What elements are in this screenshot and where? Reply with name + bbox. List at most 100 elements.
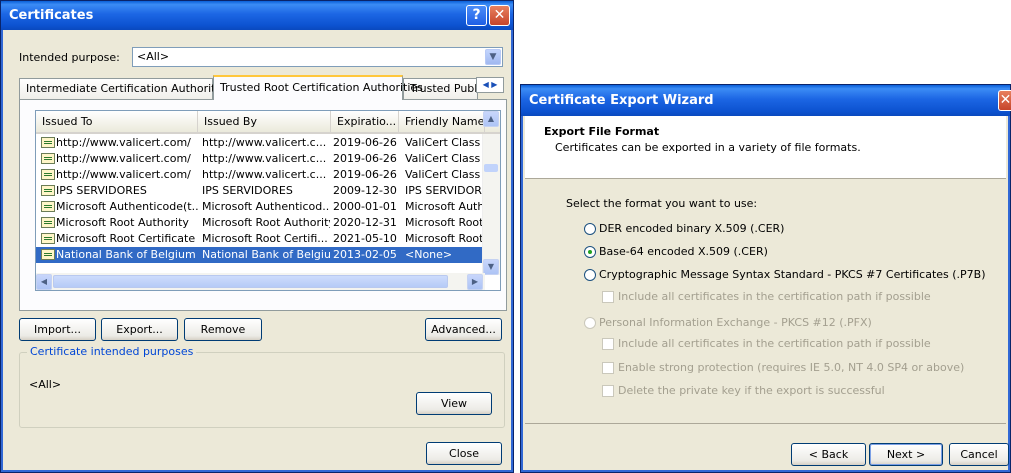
- checkbox-delete-private-key[interactable]: [602, 385, 614, 397]
- table-row[interactable]: Microsoft Root Authority Microsoft Root A…: [36, 215, 484, 231]
- horizontal-scrollbar[interactable]: ◀ ▶: [36, 273, 485, 290]
- close-button[interactable]: Close: [426, 442, 502, 465]
- cell-expiration: 2000-01-01: [333, 200, 397, 213]
- cell-issued-to: IPS SERVIDORES: [56, 184, 147, 197]
- cell-issued-to: Microsoft Root Certificate ...: [56, 232, 198, 245]
- pkcs7-include-path-label: Include all certificates in the certific…: [618, 290, 931, 303]
- intended-purposes-value: <All>: [29, 378, 62, 391]
- cancel-button[interactable]: Cancel: [949, 443, 1009, 466]
- radio-der[interactable]: [584, 223, 596, 235]
- column-issued-by[interactable]: Issued By: [198, 111, 331, 132]
- header-title: Export File Format: [544, 125, 660, 138]
- cell-expiration: 2019-06-26: [333, 168, 397, 181]
- radio-pkcs7[interactable]: [584, 269, 596, 281]
- cell-friendly: ValiCert Class :: [405, 152, 485, 165]
- cell-friendly: <None>: [405, 248, 453, 261]
- strong-protection-label: Enable strong protection (requires IE 5.…: [618, 361, 965, 374]
- cell-issued-by: http://www.valicert.c...: [202, 152, 327, 165]
- cell-friendly: ValiCert Class: [405, 136, 481, 149]
- scroll-right-icon[interactable]: ▶: [467, 274, 483, 290]
- import-button[interactable]: Import...: [19, 318, 96, 341]
- scroll-up-icon[interactable]: ▲: [483, 111, 499, 127]
- radio-pfx[interactable]: [584, 317, 596, 329]
- certificate-icon: [41, 137, 55, 148]
- scroll-left-icon[interactable]: ◀: [36, 274, 52, 290]
- wizard-title: Certificate Export Wizard: [529, 93, 714, 108]
- option-der-label[interactable]: DER encoded binary X.509 (.CER): [599, 222, 784, 235]
- cell-expiration: 2021-05-10: [333, 232, 397, 245]
- cell-expiration: 2019-06-26: [333, 136, 397, 149]
- cell-expiration: 2020-12-31: [333, 216, 397, 229]
- scroll-thumb-horizontal[interactable]: [53, 275, 448, 288]
- column-friendly-name[interactable]: Friendly Name: [399, 111, 485, 132]
- cell-friendly: Microsoft Root: [405, 232, 484, 245]
- scroll-down-icon[interactable]: ▼: [483, 259, 499, 275]
- cell-issued-by: Microsoft Root Authority: [202, 216, 330, 229]
- view-button[interactable]: View: [416, 392, 492, 415]
- cell-issued-to: National Bank of Belgium: [56, 248, 196, 261]
- tab-intermediate[interactable]: Intermediate Certification Authorities: [19, 78, 231, 99]
- format-prompt: Select the format you want to use:: [566, 197, 758, 210]
- column-expiration[interactable]: Expiratio...: [331, 111, 399, 132]
- cell-friendly: Microsoft Root: [405, 216, 484, 229]
- table-row[interactable]: http://www.valicert.com/http://www.valic…: [36, 135, 482, 151]
- table-row[interactable]: http://www.valicert.com/http://www.valic…: [36, 167, 485, 183]
- table-row[interactable]: IPS SERVIDORES IPS SERVIDORES 2009-12-30 IP…: [36, 183, 482, 199]
- next-button[interactable]: Next >: [869, 443, 943, 466]
- cell-friendly: IPS SERVIDOR: [405, 184, 482, 197]
- intended-purpose-label: Intended purpose:: [19, 51, 120, 64]
- delete-private-key-label: Delete the private key if the export is …: [618, 384, 885, 397]
- table-row[interactable]: http://www.valicert.com/http://www.valic…: [36, 151, 485, 167]
- scroll-thumb[interactable]: [484, 164, 498, 172]
- cell-issued-to: Microsoft Authenticode(t...: [56, 200, 198, 213]
- column-issued-to[interactable]: Issued To: [36, 111, 198, 132]
- certificate-icon: [41, 185, 55, 196]
- pfx-include-path-label: Include all certificates in the certific…: [618, 337, 931, 350]
- table-row[interactable]: Microsoft Root Certificate ... Microsoft …: [36, 231, 484, 247]
- intended-purposes-label: Certificate intended purposes: [27, 345, 197, 358]
- tab-trusted-root[interactable]: Trusted Root Certification Authorities: [213, 75, 423, 100]
- certificate-icon: [41, 233, 55, 244]
- help-icon[interactable]: ?: [466, 5, 487, 26]
- table-row[interactable]: Microsoft Authenticode(t... Microsoft Aut…: [36, 199, 484, 215]
- window-title: Certificates: [9, 8, 94, 23]
- cell-expiration: 2013-02-05: [333, 248, 397, 261]
- cell-issued-by: Microsoft Root Certifi...: [202, 232, 328, 245]
- checkbox-pkcs7-include-path[interactable]: [602, 291, 614, 303]
- cell-issued-by: http://www.valicert.c...: [202, 136, 327, 149]
- cell-issued-by: National Bank of Belgium: [202, 248, 330, 261]
- chevron-down-icon[interactable]: ▼: [485, 49, 501, 65]
- export-button[interactable]: Export...: [101, 318, 178, 341]
- close-icon[interactable]: ✕: [489, 5, 510, 26]
- option-pkcs7-label[interactable]: Cryptographic Message Syntax Standard - …: [599, 268, 986, 281]
- table-row[interactable]: National Bank of Belgium National Bank of…: [36, 247, 482, 263]
- certificate-icon: [41, 201, 55, 212]
- cell-issued-to: http://www.valicert.com/: [56, 136, 191, 149]
- cell-issued-by: IPS SERVIDORES: [202, 184, 293, 197]
- cell-issued-by: http://www.valicert.c...: [202, 168, 327, 181]
- certificate-icon: [41, 249, 55, 260]
- advanced-button[interactable]: Advanced...: [425, 318, 502, 341]
- option-pfx-label: Personal Information Exchange - PKCS #12…: [599, 316, 872, 329]
- certificates-window: Certificates ? ✕ Intended purpose: <All>…: [0, 0, 514, 473]
- back-button[interactable]: < Back: [791, 443, 866, 466]
- certificate-list[interactable]: Issued To Issued By Expiratio... Friendl…: [35, 110, 501, 291]
- cell-issued-to: Microsoft Root Authority: [56, 216, 189, 229]
- radio-base64[interactable]: [584, 246, 596, 258]
- cell-issued-by: Microsoft Authenticod...: [202, 200, 330, 213]
- certificate-icon: [41, 153, 55, 164]
- close-icon[interactable]: ✕: [998, 90, 1011, 111]
- checkbox-pfx-include-path[interactable]: [602, 338, 614, 350]
- intended-purpose-select[interactable]: <All> ▼: [132, 47, 503, 67]
- cell-issued-to: http://www.valicert.com/: [56, 168, 191, 181]
- vertical-scrollbar[interactable]: ▲ ▼: [482, 111, 500, 275]
- intended-purposes-group: [19, 352, 505, 428]
- wizard-title-bar[interactable]: Certificate Export Wizard: [521, 85, 1010, 116]
- checkbox-strong-protection[interactable]: [602, 362, 614, 374]
- cell-issued-to: http://www.valicert.com/: [56, 152, 191, 165]
- wizard-header: Export File Format Certificates can be e…: [525, 116, 1006, 179]
- option-base64-label[interactable]: Base-64 encoded X.509 (.CER): [599, 245, 768, 258]
- certificates-title-bar[interactable]: Certificates: [1, 1, 513, 30]
- remove-button[interactable]: Remove: [184, 318, 262, 341]
- tab-scroll-arrows[interactable]: ◀ ▶: [476, 77, 504, 93]
